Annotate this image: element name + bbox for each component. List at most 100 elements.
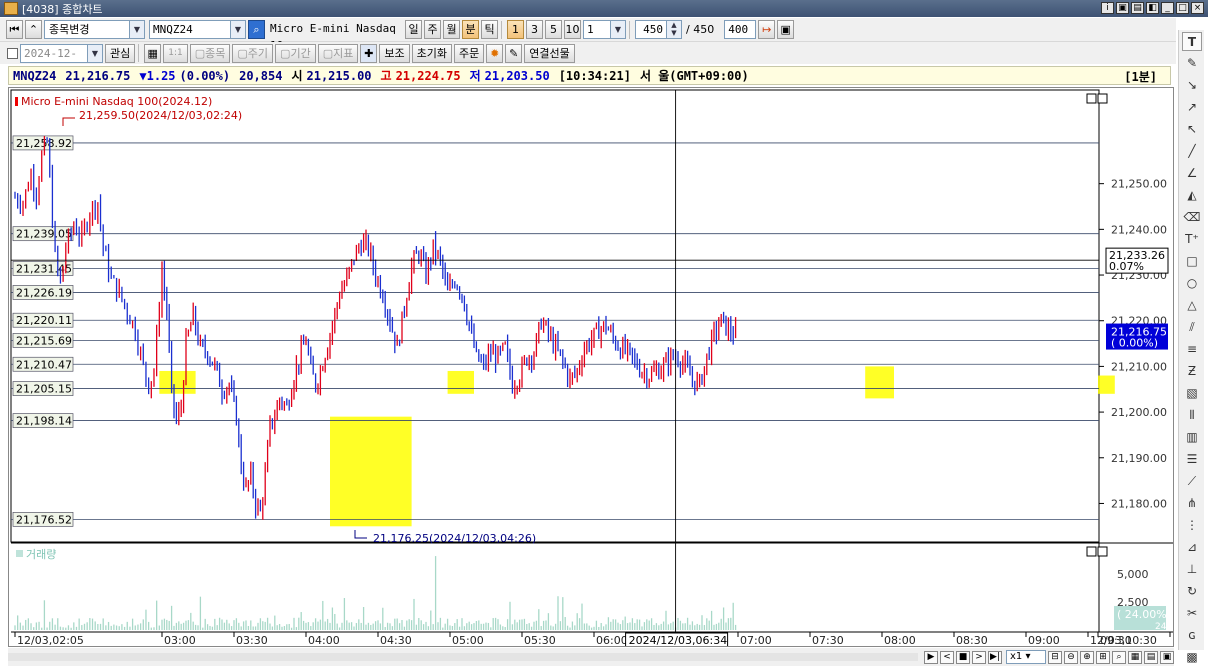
date-dropdown-icon[interactable]: ▼ — [88, 43, 103, 63]
interval-input[interactable]: 1 — [583, 20, 611, 39]
zoom-in-icon[interactable]: ⊕ — [1080, 650, 1094, 664]
spiral-icon[interactable]: ↻ — [1182, 582, 1202, 601]
parallel-lines-icon[interactable]: ⫽ — [1182, 318, 1202, 337]
apply-arrow-icon[interactable]: ↦ — [758, 20, 776, 39]
count-spinner-icon[interactable]: ▲ ▼ — [667, 20, 682, 39]
pattern-icon[interactable]: ▩ — [1182, 648, 1202, 667]
maximize-icon[interactable]: □ — [1176, 2, 1189, 14]
style-icon[interactable]: ɢ — [1182, 626, 1202, 645]
panel-toggle-icon[interactable]: ⏮ — [6, 20, 23, 39]
pitchfork-icon[interactable]: ⋔ — [1182, 494, 1202, 513]
channel-icon[interactable]: ≡ — [1182, 340, 1202, 359]
tools-icon[interactable]: ✎ — [505, 43, 523, 63]
scroll-right-icon[interactable]: > — [972, 650, 986, 664]
period-range-button[interactable]: ▢기간 — [275, 43, 316, 63]
interval-dropdown-icon[interactable]: ▼ — [611, 20, 626, 39]
horizontal-scrollbar[interactable] — [8, 653, 918, 661]
count-input[interactable]: 450 — [635, 20, 667, 39]
stock-change-button[interactable]: 종목변경 — [44, 20, 130, 39]
search-icon[interactable]: ⌕ — [248, 20, 265, 39]
display-count-input[interactable]: 400 — [724, 20, 757, 39]
chart-area[interactable]: 21,258.9221,239.0521,231.4521,226.1921,2… — [8, 87, 1204, 649]
fibonacci-icon[interactable]: ☰ — [1182, 450, 1202, 469]
save-chart-icon[interactable]: ▣ — [777, 20, 795, 39]
triangle-mark-icon[interactable]: ◭ — [1182, 186, 1202, 205]
stop-icon[interactable]: ■ — [956, 650, 970, 664]
gann-icon[interactable]: ⊿ — [1182, 538, 1202, 557]
cycle-lines-icon[interactable]: ⋮ — [1182, 516, 1202, 535]
save-window-icon[interactable]: ▣ — [1116, 2, 1129, 14]
indicator-button[interactable]: ▢지표 — [317, 43, 359, 63]
triangle-icon[interactable]: △ — [1182, 296, 1202, 315]
item-button[interactable]: ▢종목 — [189, 43, 231, 63]
x-tick-label: 05:00 — [452, 634, 484, 646]
vertical-lines-icon[interactable]: ⦀ — [1182, 406, 1202, 425]
low-annotation: 21,176.25(2024/12/03,04:26) — [373, 532, 536, 545]
chart-config-icon[interactable]: ▣ — [1160, 650, 1174, 664]
crosshair-icon[interactable]: ✚ — [360, 43, 378, 63]
pane-maximize-icon[interactable] — [1086, 546, 1097, 557]
scroll-end-icon[interactable]: ▶| — [988, 650, 1002, 664]
zoom-fit-icon[interactable]: ⌕ — [1112, 650, 1126, 664]
interval-button[interactable]: 5 — [545, 20, 562, 39]
measure-icon[interactable]: ⊥ — [1182, 560, 1202, 579]
zoom-select[interactable]: x1 ▾ — [1006, 650, 1046, 664]
settings-gear-icon[interactable]: ✹ — [486, 43, 504, 63]
period-button[interactable]: 주 — [424, 20, 441, 39]
pin-icon[interactable]: ◧ — [1146, 2, 1159, 14]
pen-tool-icon[interactable]: ✎ — [1182, 54, 1202, 73]
angle-icon[interactable]: ∠ — [1182, 164, 1202, 183]
circle-icon[interactable]: ○ — [1182, 274, 1202, 293]
period-button[interactable]: 월 — [443, 20, 460, 39]
date-input[interactable]: 2024-12-03 — [20, 43, 88, 77]
cursor-icon[interactable]: ↖ — [1182, 120, 1202, 139]
text-tool-icon[interactable]: T — [1182, 32, 1202, 51]
grid-icon[interactable]: ▦ — [144, 43, 162, 63]
minimize-icon[interactable]: _ — [1161, 2, 1174, 14]
period-button[interactable]: 분 — [462, 20, 479, 39]
trend-arrow-icon[interactable]: ↘ — [1182, 76, 1202, 95]
layout-icon[interactable]: ▤ — [1131, 2, 1144, 14]
text-plus-icon[interactable]: T⁺ — [1182, 230, 1202, 249]
symbol-dropdown-icon[interactable]: ▼ — [231, 20, 246, 39]
pane-close-icon[interactable] — [1097, 93, 1108, 104]
period-button[interactable]: 틱 — [481, 20, 498, 39]
chart-list-icon[interactable]: ▦ — [1128, 650, 1142, 664]
scroll-left-icon[interactable]: < — [940, 650, 954, 664]
interval-button[interactable]: 3 — [526, 20, 543, 39]
period-button[interactable]: 일 — [405, 20, 422, 39]
interval-button[interactable]: 1 — [507, 20, 524, 39]
fan-icon[interactable]: ⟋ — [1182, 472, 1202, 491]
interval-button[interactable]: 10 — [564, 20, 581, 39]
info-icon[interactable]: i — [1101, 2, 1114, 14]
date-checkbox[interactable] — [7, 47, 18, 59]
cycle-button[interactable]: ▢주기 — [232, 43, 274, 63]
chart-grid-icon[interactable]: ▤ — [1144, 650, 1158, 664]
hatch-box-icon[interactable]: ▧ — [1182, 384, 1202, 403]
eraser-icon[interactable]: ⌫ — [1182, 208, 1202, 227]
stock-change-dropdown-icon[interactable]: ▼ — [130, 20, 145, 39]
collapse-up-icon[interactable]: ⌃ — [25, 20, 42, 39]
linked-futures-button[interactable]: 연결선물 — [524, 43, 575, 63]
legend-swatch — [15, 97, 18, 106]
one-to-one-icon[interactable]: 1:1 — [163, 43, 188, 63]
bars-icon[interactable]: ▥ — [1182, 428, 1202, 447]
order-button[interactable]: 주문 — [453, 43, 485, 63]
scroll-right-end-icon[interactable]: ▶ — [924, 650, 938, 664]
aux-button[interactable]: 보조 — [379, 43, 410, 63]
reset-button[interactable]: 초기화 — [411, 43, 452, 63]
line-icon[interactable]: ╱ — [1182, 142, 1202, 161]
expand-icon[interactable]: ⊞ — [1096, 650, 1110, 664]
pane-close-icon[interactable] — [1097, 546, 1108, 557]
rectangle-icon[interactable]: □ — [1182, 252, 1202, 271]
symbol-input[interactable]: MNQZ24 — [149, 20, 231, 39]
zigzag-icon[interactable]: Ƶ — [1182, 362, 1202, 381]
close-icon[interactable]: × — [1191, 2, 1204, 14]
shrink-icon[interactable]: ⊟ — [1048, 650, 1062, 664]
price-chart-svg[interactable]: 21,258.9221,239.0521,231.4521,226.1921,2… — [9, 88, 1204, 649]
pane-maximize-icon[interactable] — [1086, 93, 1097, 104]
delete-all-icon[interactable]: ✂ — [1182, 604, 1202, 623]
ray-icon[interactable]: ↗ — [1182, 98, 1202, 117]
interest-button[interactable]: 관심 — [105, 43, 136, 63]
zoom-out-icon[interactable]: ⊖ — [1064, 650, 1078, 664]
